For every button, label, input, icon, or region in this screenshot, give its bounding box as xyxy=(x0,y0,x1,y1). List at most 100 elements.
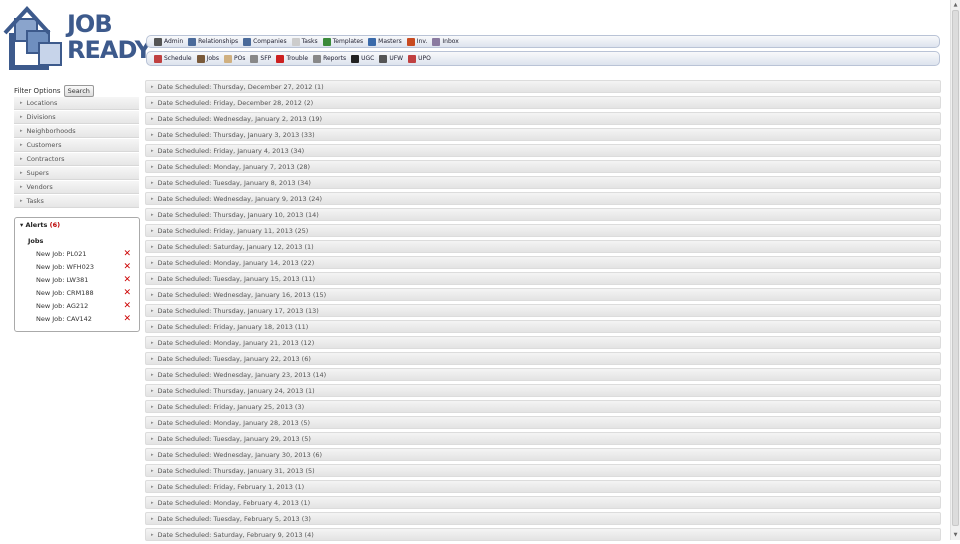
nav-templates[interactable]: Templates xyxy=(322,37,363,46)
schedule-date-row[interactable]: ▸ Date Scheduled: Friday, January 4, 2013… xyxy=(145,144,941,157)
alert-item[interactable]: New Job: CAV142 ✕ xyxy=(36,313,131,325)
alert-label[interactable]: New Job: WFH023 xyxy=(36,263,94,271)
schedule-date-label: Date Scheduled: Thursday, January 10, 20… xyxy=(157,210,319,219)
nav-admin[interactable]: Admin xyxy=(154,37,183,46)
schedule-date-row[interactable]: ▸ Date Scheduled: Thursday, January 17, 2… xyxy=(145,304,941,317)
nav-companies[interactable]: Companies xyxy=(243,37,287,46)
schedule-date-label: Date Scheduled: Tuesday, January 8, 2013… xyxy=(157,178,311,187)
dismiss-alert-icon[interactable]: ✕ xyxy=(123,301,131,311)
schedule-date-row[interactable]: ▸ Date Scheduled: Friday, December 28, 20… xyxy=(145,96,941,109)
wrench-icon xyxy=(313,54,322,63)
nav-label: Companies xyxy=(253,38,287,45)
scroll-down-arrow-icon[interactable]: ▼ xyxy=(952,531,959,539)
filter-item-neighborhoods[interactable]: ▸ Neighborhoods xyxy=(14,125,139,138)
schedule-date-row[interactable]: ▸ Date Scheduled: Friday, February 1, 201… xyxy=(145,480,941,493)
nav-tasks[interactable]: Tasks xyxy=(291,37,318,46)
search-button[interactable]: Search xyxy=(63,85,94,97)
filter-item-label: Supers xyxy=(26,169,49,177)
schedule-date-row[interactable]: ▸ Date Scheduled: Thursday, January 10, 2… xyxy=(145,208,941,221)
nav-ugc[interactable]: UGC xyxy=(351,54,374,63)
schedule-date-row[interactable]: ▸ Date Scheduled: Monday, January 21, 201… xyxy=(145,336,941,349)
schedule-date-row[interactable]: ▸ Date Scheduled: Thursday, January 24, 2… xyxy=(145,384,941,397)
schedule-date-row[interactable]: ▸ Date Scheduled: Tuesday, January 8, 201… xyxy=(145,176,941,189)
nav-label: POs xyxy=(233,55,246,62)
schedule-date-row[interactable]: ▸ Date Scheduled: Wednesday, January 9, 2… xyxy=(145,192,941,205)
document-icon xyxy=(223,54,232,63)
alert-item[interactable]: New Job: WFH023 ✕ xyxy=(36,261,131,273)
alert-item[interactable]: New Job: AG212 ✕ xyxy=(36,300,131,312)
alerts-header[interactable]: ▾ Alerts (6) xyxy=(20,221,60,229)
nav-jobs[interactable]: Jobs xyxy=(196,54,219,63)
expand-arrow-icon: ▸ xyxy=(20,100,23,106)
filter-item-locations[interactable]: ▸ Locations xyxy=(14,97,139,110)
scroll-up-arrow-icon[interactable]: ▲ xyxy=(952,1,959,9)
schedule-date-row[interactable]: ▸ Date Scheduled: Monday, January 14, 201… xyxy=(145,256,941,269)
dismiss-alert-icon[interactable]: ✕ xyxy=(123,314,131,324)
nav-ufw[interactable]: UFW xyxy=(379,54,403,63)
job-ready-logo[interactable]: JOB READY xyxy=(3,3,152,75)
schedule-date-row[interactable]: ▸ Date Scheduled: Wednesday, January 30, … xyxy=(145,448,941,461)
filter-item-tasks[interactable]: ▸ Tasks xyxy=(14,195,139,208)
filter-item-supers[interactable]: ▸ Supers xyxy=(14,167,139,180)
nav-inbox[interactable]: Inbox xyxy=(432,37,459,46)
dismiss-alert-icon[interactable]: ✕ xyxy=(123,275,131,285)
nav-label: Trouble xyxy=(286,55,309,62)
filter-item-label: Contractors xyxy=(26,155,65,163)
page-scrollbar[interactable]: ▲ ▼ xyxy=(950,0,960,540)
dismiss-alert-icon[interactable]: ✕ xyxy=(123,288,131,298)
dismiss-alert-icon[interactable]: ✕ xyxy=(123,262,131,272)
alert-label[interactable]: New Job: LW381 xyxy=(36,276,88,284)
nav-trouble[interactable]: Trouble xyxy=(276,54,309,63)
nav-masters[interactable]: Masters xyxy=(368,37,402,46)
alert-item[interactable]: New Job: CRM188 ✕ xyxy=(36,287,131,299)
schedule-date-row[interactable]: ▸ Date Scheduled: Monday, January 28, 201… xyxy=(145,416,941,429)
schedule-date-row[interactable]: ▸ Date Scheduled: Thursday, January 3, 20… xyxy=(145,128,941,141)
filter-item-customers[interactable]: ▸ Customers xyxy=(14,139,139,152)
schedule-date-label: Date Scheduled: Friday, January 11, 2013… xyxy=(157,226,309,235)
nav-pos[interactable]: POs xyxy=(223,54,246,63)
alerts-title: Alerts xyxy=(25,221,48,229)
schedule-date-row[interactable]: ▸ Date Scheduled: Tuesday, February 5, 20… xyxy=(145,512,941,525)
schedule-date-row[interactable]: ▸ Date Scheduled: Saturday, February 9, 2… xyxy=(145,528,941,541)
expand-arrow-icon: ▸ xyxy=(151,307,154,314)
schedule-date-row[interactable]: ▸ Date Scheduled: Tuesday, January 15, 20… xyxy=(145,272,941,285)
schedule-date-row[interactable]: ▸ Date Scheduled: Wednesday, January 23, … xyxy=(145,368,941,381)
schedule-date-row[interactable]: ▸ Date Scheduled: Monday, February 4, 201… xyxy=(145,496,941,509)
schedule-date-row[interactable]: ▸ Date Scheduled: Thursday, December 27, … xyxy=(145,80,941,93)
nav-upo[interactable]: UPO xyxy=(408,54,431,63)
filter-item-divisions[interactable]: ▸ Divisions xyxy=(14,111,139,124)
alert-item[interactable]: New Job: PL021 ✕ xyxy=(36,248,131,260)
alerts-panel: ▾ Alerts (6) Jobs New Job: PL021 ✕ New Job… xyxy=(14,217,140,332)
expand-arrow-icon: ▸ xyxy=(151,147,154,154)
alerts-group-label: Jobs xyxy=(28,237,44,245)
schedule-date-row[interactable]: ▸ Date Scheduled: Wednesday, January 16, … xyxy=(145,288,941,301)
scroll-thumb[interactable] xyxy=(952,10,959,526)
nav-schedule[interactable]: Schedule xyxy=(154,54,192,63)
nav-reports[interactable]: Reports xyxy=(313,54,346,63)
schedule-date-row[interactable]: ▸ Date Scheduled: Friday, January 11, 201… xyxy=(145,224,941,237)
schedule-date-row[interactable]: ▸ Date Scheduled: Tuesday, January 29, 20… xyxy=(145,432,941,445)
nav-label: Relationships xyxy=(198,38,239,45)
alert-label[interactable]: New Job: PL021 xyxy=(36,250,86,258)
schedule-date-row[interactable]: ▸ Date Scheduled: Monday, January 7, 2013… xyxy=(145,160,941,173)
schedule-date-row[interactable]: ▸ Date Scheduled: Thursday, January 31, 2… xyxy=(145,464,941,477)
alert-item[interactable]: New Job: LW381 ✕ xyxy=(36,274,131,286)
clipboard-icon xyxy=(154,37,162,46)
schedule-date-label: Date Scheduled: Thursday, January 31, 20… xyxy=(157,466,315,475)
schedule-date-row[interactable]: ▸ Date Scheduled: Friday, January 25, 201… xyxy=(145,400,941,413)
schedule-date-row[interactable]: ▸ Date Scheduled: Wednesday, January 2, 2… xyxy=(145,112,941,125)
alert-label[interactable]: New Job: AG212 xyxy=(36,302,88,310)
schedule-date-row[interactable]: ▸ Date Scheduled: Friday, January 18, 201… xyxy=(145,320,941,333)
filter-item-contractors[interactable]: ▸ Contractors xyxy=(14,153,139,166)
nav-sfp[interactable]: SFP xyxy=(250,54,271,63)
dismiss-alert-icon[interactable]: ✕ xyxy=(123,249,131,259)
alert-label[interactable]: New Job: CRM188 xyxy=(36,289,94,297)
schedule-date-row[interactable]: ▸ Date Scheduled: Saturday, January 12, 2… xyxy=(145,240,941,253)
filter-item-vendors[interactable]: ▸ Vendors xyxy=(14,181,139,194)
schedule-date-row[interactable]: ▸ Date Scheduled: Tuesday, January 22, 20… xyxy=(145,352,941,365)
alert-label[interactable]: New Job: CAV142 xyxy=(36,315,92,323)
nav-inv[interactable]: Inv. xyxy=(406,37,427,46)
clipboard-check-icon xyxy=(379,54,388,63)
expand-arrow-icon: ▸ xyxy=(151,323,154,330)
nav-relationships[interactable]: Relationships xyxy=(188,37,239,46)
